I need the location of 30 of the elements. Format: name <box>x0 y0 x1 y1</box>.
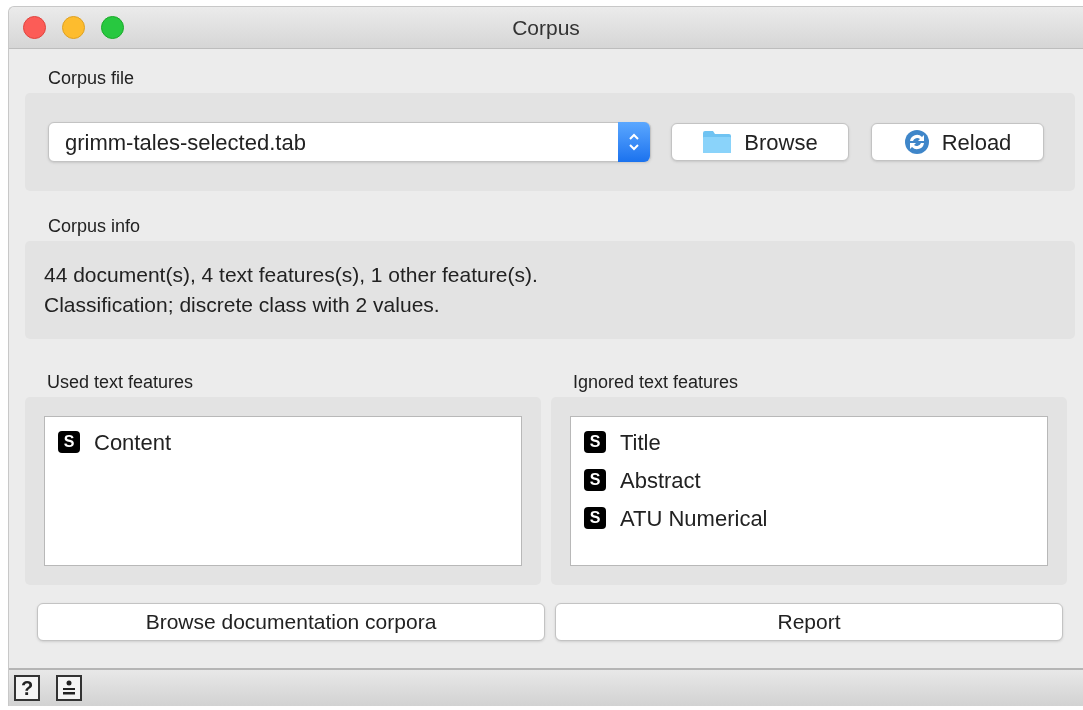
info-text: 44 document(s), 4 text features(s), 1 other feature(s). <box>44 262 538 288</box>
feature-item[interactable]: Title <box>620 425 661 459</box>
report-icon[interactable] <box>56 675 82 701</box>
close-button[interactable] <box>23 16 46 39</box>
browse-button[interactable]: Browse <box>671 123 849 161</box>
zoom-button[interactable] <box>101 16 124 39</box>
feature-list[interactable]: S Title S Abstract S ATU Numerical <box>570 416 1048 566</box>
feature-item[interactable]: ATU Numerical <box>620 501 768 535</box>
section-label: Ignored text features <box>573 371 739 394</box>
feature-list[interactable]: S Content <box>44 416 522 566</box>
info-text: Classification; discrete class with 2 values. <box>44 292 441 318</box>
feature-item[interactable]: Content <box>94 425 172 459</box>
help-button[interactable]: ? <box>14 675 40 701</box>
section-label: Used text features <box>47 371 194 394</box>
folder-icon <box>702 130 733 154</box>
string-type-icon: S <box>584 469 606 491</box>
string-type-icon: S <box>58 431 80 453</box>
feature-item[interactable]: Abstract <box>620 463 701 497</box>
section-label: Corpus info <box>48 215 141 238</box>
section-label: Corpus file <box>48 67 135 90</box>
file-dropdown[interactable]: grimm-tales-selected.tab <box>48 122 651 162</box>
refresh-icon <box>903 129 930 155</box>
report-button[interactable]: Report <box>555 603 1063 641</box>
string-type-icon: S <box>584 507 606 529</box>
documentation-button[interactable]: Browse documentation corpora <box>37 603 545 641</box>
reload-button[interactable]: Reload <box>871 123 1044 161</box>
string-type-icon: S <box>584 431 606 453</box>
dropdown-arrows-icon <box>618 122 650 162</box>
window-title: Corpus <box>512 14 580 41</box>
minimize-button[interactable] <box>62 16 85 39</box>
